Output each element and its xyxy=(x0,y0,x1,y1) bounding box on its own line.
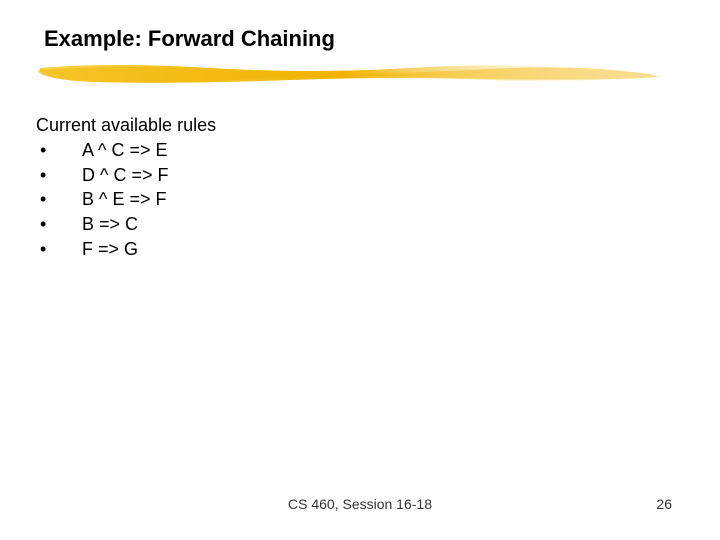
rules-list: • A ^ C => E • D ^ C => F • B ^ E => F •… xyxy=(36,138,216,262)
list-item: • A ^ C => E xyxy=(36,138,216,163)
bullet-icon: • xyxy=(36,237,82,262)
slide-title: Example: Forward Chaining xyxy=(44,26,335,52)
title-underline xyxy=(30,54,670,94)
list-item: • B => C xyxy=(36,212,216,237)
bullet-icon: • xyxy=(36,212,82,237)
list-item: • D ^ C => F xyxy=(36,163,216,188)
rule-text: B ^ E => F xyxy=(82,187,166,212)
footer-text: CS 460, Session 16-18 xyxy=(0,496,720,512)
slide: Example: Forward Chaining Current availa… xyxy=(0,0,720,540)
bullet-icon: • xyxy=(36,163,82,188)
bullet-icon: • xyxy=(36,138,82,163)
rules-heading: Current available rules xyxy=(36,113,216,138)
rule-text: F => G xyxy=(82,237,138,262)
bullet-icon: • xyxy=(36,187,82,212)
rule-text: B => C xyxy=(82,212,138,237)
page-number: 26 xyxy=(656,496,672,512)
list-item: • F => G xyxy=(36,237,216,262)
rule-text: A ^ C => E xyxy=(82,138,168,163)
list-item: • B ^ E => F xyxy=(36,187,216,212)
rule-text: D ^ C => F xyxy=(82,163,168,188)
content-block: Current available rules • A ^ C => E • D… xyxy=(36,113,216,262)
